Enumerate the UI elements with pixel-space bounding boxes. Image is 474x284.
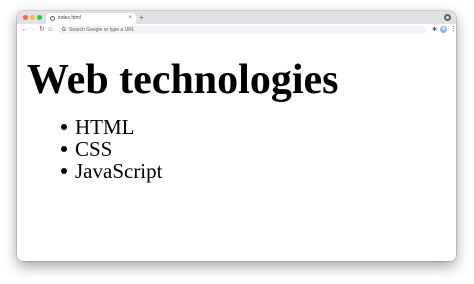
forward-button[interactable]: → bbox=[30, 25, 37, 35]
bullet-icon bbox=[61, 124, 67, 130]
page-title: Web technologies bbox=[27, 57, 339, 103]
technology-list: HTML CSS JavaScript bbox=[61, 115, 163, 183]
bullet-icon bbox=[61, 146, 67, 152]
google-icon: G bbox=[62, 27, 66, 33]
profile-menu-icon[interactable] bbox=[444, 14, 451, 21]
list-item: HTML bbox=[61, 115, 162, 139]
address-bar-placeholder: Search Google or type a URL bbox=[69, 27, 135, 33]
close-window-button[interactable] bbox=[23, 15, 28, 20]
back-button[interactable]: ← bbox=[21, 25, 28, 35]
list-item-label: HTML bbox=[75, 115, 135, 139]
list-item: CSS bbox=[61, 137, 162, 161]
reload-button[interactable]: ↻ bbox=[39, 25, 45, 35]
minimize-window-button[interactable] bbox=[30, 15, 35, 20]
home-button[interactable]: ⌂ bbox=[48, 25, 52, 35]
tab-index-html[interactable]: index.html × bbox=[46, 13, 136, 24]
avatar[interactable] bbox=[440, 26, 447, 33]
browser-window: index.html × + ← → ↻ ⌂ G Search Google o… bbox=[17, 11, 456, 261]
new-tab-button[interactable]: + bbox=[139, 13, 144, 23]
bullet-icon bbox=[61, 168, 67, 174]
extensions-icon[interactable]: ✱ bbox=[432, 26, 437, 34]
globe-icon bbox=[50, 16, 55, 21]
tab-bar: index.html × + bbox=[17, 11, 456, 24]
page-content: Web technologies HTML CSS JavaScript bbox=[17, 36, 456, 261]
more-menu-icon[interactable]: ⋮ bbox=[450, 25, 456, 35]
zoom-window-button[interactable] bbox=[37, 15, 42, 20]
list-item-label: CSS bbox=[75, 137, 113, 161]
address-bar[interactable]: G Search Google or type a URL bbox=[58, 26, 426, 34]
tab-title: index.html bbox=[58, 15, 81, 21]
list-item-label: JavaScript bbox=[75, 159, 163, 183]
tab-close-icon[interactable]: × bbox=[128, 14, 132, 22]
list-item: JavaScript bbox=[61, 159, 163, 183]
